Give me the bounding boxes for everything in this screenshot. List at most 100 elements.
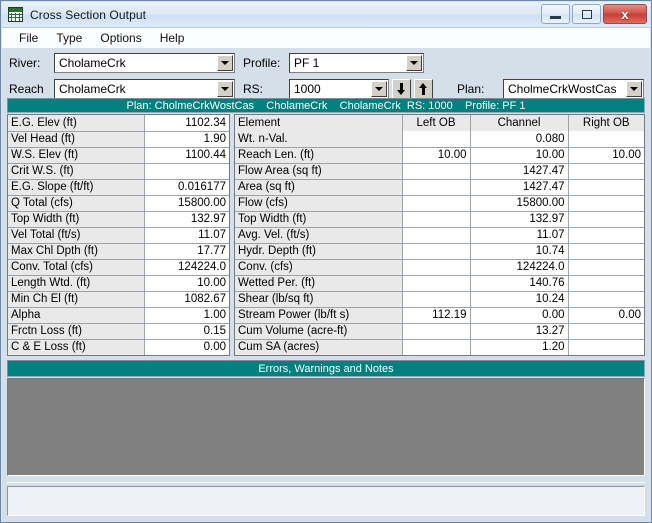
row-label: Shear (lb/sq ft) (235, 291, 403, 308)
cell-left (402, 195, 471, 212)
plan-combo[interactable]: CholmeCrkWostCas (503, 79, 644, 99)
row-label: Flow (cfs) (235, 195, 403, 212)
cell-channel: 10.24 (470, 291, 569, 308)
rs-combo[interactable]: 1000 (289, 79, 389, 99)
table-row: Top Width (ft) 132.97 (8, 211, 229, 228)
cell-channel: 0.080 (470, 131, 569, 148)
table-row: E.G. Elev (ft) 1102.34 (8, 115, 229, 132)
next-rs-button[interactable] (414, 79, 433, 99)
cell-right: 0.00 (568, 307, 644, 324)
profile-combo[interactable]: PF 1 (289, 53, 424, 73)
menu-item-file[interactable]: File (10, 29, 47, 47)
chevron-down-icon[interactable] (371, 81, 387, 97)
chevron-down-icon[interactable] (217, 81, 233, 97)
rs-value: 1000 (294, 82, 321, 96)
row-value: 124224.0 (144, 259, 229, 276)
row-value: 1102.34 (144, 115, 229, 132)
menu-item-help[interactable]: Help (151, 29, 194, 47)
cell-channel: 15800.00 (470, 195, 569, 212)
column-header: Left OB (402, 115, 471, 131)
caption-buttons: x (541, 4, 647, 24)
row-label: Wetted Per. (ft) (235, 275, 403, 292)
minimize-button[interactable] (541, 4, 570, 24)
cell-channel: 10.00 (470, 147, 569, 164)
cell-left (402, 131, 471, 148)
cell-right (568, 179, 644, 196)
menu-item-options[interactable]: Options (91, 29, 150, 47)
row-value: 0.00 (144, 339, 229, 355)
reach-value: CholameCrk (59, 82, 126, 96)
up-arrow-icon (419, 83, 428, 95)
table-row: Min Ch El (ft) 1082.67 (8, 291, 229, 308)
row-label: Crit W.S. (ft) (8, 163, 145, 180)
table-row: Alpha 1.00 (8, 307, 229, 324)
chevron-down-icon[interactable] (217, 55, 233, 71)
row-label: C & E Loss (ft) (8, 339, 145, 355)
cell-left (402, 211, 471, 228)
row-label: Min Ch El (ft) (8, 291, 145, 308)
table-row: Avg. Vel. (ft/s) 11.07 (235, 227, 644, 244)
row-label: Hydr. Depth (ft) (235, 243, 403, 260)
table-row: Cum SA (acres) 1.20 (235, 339, 644, 355)
row-label: Vel Head (ft) (8, 131, 145, 148)
cell-channel: 1427.47 (470, 163, 569, 180)
table-row: E.G. Slope (ft/ft) 0.016177 (8, 179, 229, 196)
prev-rs-button[interactable] (392, 79, 411, 99)
errors-panel-title: Errors, Warnings and Notes (7, 360, 645, 377)
maximize-button[interactable] (572, 4, 601, 24)
row-value: 11.07 (144, 227, 229, 244)
table-row: Flow (cfs) 15800.00 (235, 195, 644, 212)
close-button[interactable]: x (603, 4, 647, 24)
row-label: Max Chl Dpth (ft) (8, 243, 145, 260)
table-row: Area (sq ft) 1427.47 (235, 179, 644, 196)
river-combo[interactable]: CholameCrk (54, 53, 235, 73)
table-row: Hydr. Depth (ft) 10.74 (235, 243, 644, 260)
row-value: 1100.44 (144, 147, 229, 164)
table-row: Shear (lb/sq ft) 10.24 (235, 291, 644, 308)
menu-bar: File Type Options Help (2, 28, 650, 48)
cell-channel: 132.97 (470, 211, 569, 228)
row-value: 15800.00 (144, 195, 229, 212)
row-label: Top Width (ft) (235, 211, 403, 228)
cell-right: 10.00 (568, 147, 644, 164)
table-header-row: Element Left OB Channel Right OB (235, 115, 644, 131)
row-value: 0.15 (144, 323, 229, 340)
row-label: Cum SA (acres) (235, 339, 403, 355)
summary-table-left-grid: E.G. Elev (ft) 1102.34 Vel Head (ft) 1.90 W.… (8, 115, 229, 355)
plan-banner: Plan: CholmeCrkWostCas CholameCrk Cholam… (7, 98, 645, 113)
cell-right (568, 211, 644, 228)
cell-channel: 0.00 (470, 307, 569, 324)
chevron-down-icon[interactable] (406, 55, 422, 71)
cell-right (568, 291, 644, 308)
row-label: E.G. Slope (ft/ft) (8, 179, 145, 196)
menu-item-type[interactable]: Type (47, 29, 91, 47)
row-label: Top Width (ft) (8, 211, 145, 228)
reach-combo[interactable]: CholameCrk (54, 79, 235, 99)
cell-channel: 140.76 (470, 275, 569, 292)
plan-value: CholmeCrkWostCas (508, 82, 617, 96)
errors-panel-body (7, 378, 645, 476)
row-label: Flow Area (sq ft) (235, 163, 403, 180)
cell-channel: 124224.0 (470, 259, 569, 276)
row-label: Wt. n-Val. (235, 131, 403, 148)
table-row: Stream Power (lb/ft s) 112.19 0.00 0.00 (235, 307, 644, 324)
cell-right (568, 227, 644, 244)
cell-left (402, 179, 471, 196)
panel-divider (7, 482, 645, 483)
element-table-grid: Element Left OB Channel Right OB Wt. n-Val.… (235, 115, 644, 355)
row-label: Conv. (cfs) (235, 259, 403, 276)
cell-right (568, 131, 644, 148)
row-label: E.G. Elev (ft) (8, 115, 145, 132)
row-value (144, 163, 229, 180)
chevron-down-icon[interactable] (626, 81, 642, 97)
row-value: 0.016177 (144, 179, 229, 196)
maximize-icon (581, 9, 592, 19)
cell-left (402, 291, 471, 308)
table-row: Vel Head (ft) 1.90 (8, 131, 229, 148)
down-arrow-icon (397, 83, 406, 95)
table-row: Length Wtd. (ft) 10.00 (8, 275, 229, 292)
row-label: Avg. Vel. (ft/s) (235, 227, 403, 244)
element-table-right: Element Left OB Channel Right OB Wt. n-Val.… (234, 114, 645, 356)
cell-right (568, 323, 644, 340)
table-row: Vel Total (ft/s) 11.07 (8, 227, 229, 244)
